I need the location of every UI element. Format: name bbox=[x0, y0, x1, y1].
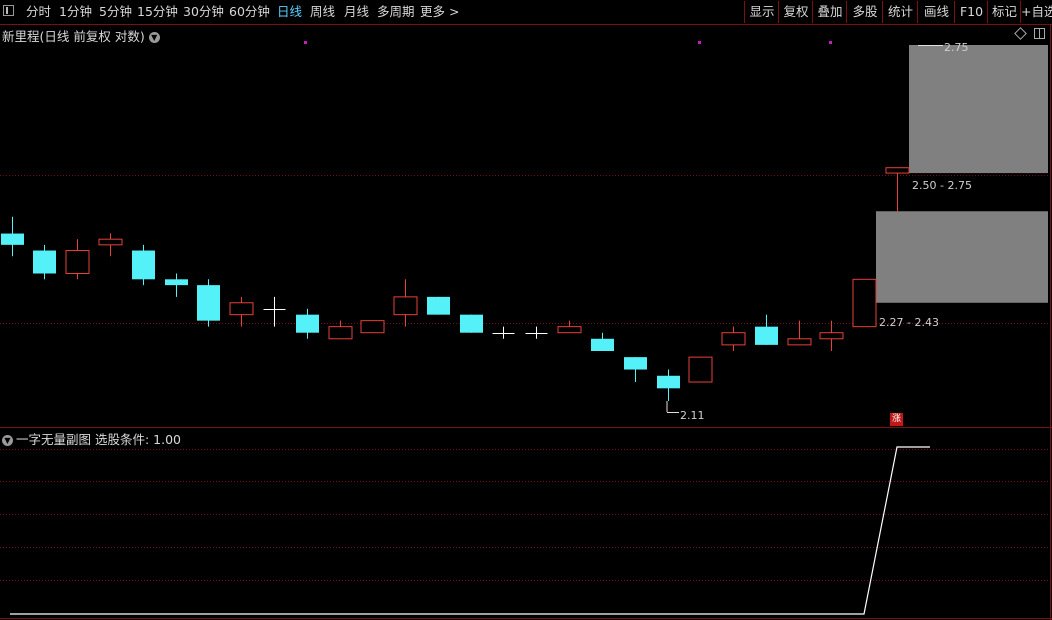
candle-27 bbox=[885, 167, 910, 212]
candle-body bbox=[229, 302, 254, 316]
candle-13 bbox=[427, 296, 450, 315]
candle-11 bbox=[360, 320, 385, 334]
candle-body bbox=[165, 279, 188, 286]
candle-19 bbox=[624, 357, 647, 383]
candle-body bbox=[557, 326, 582, 334]
candle-body bbox=[885, 167, 910, 174]
candle-20 bbox=[657, 369, 680, 401]
zone-box-1 bbox=[876, 211, 1048, 303]
candle-25 bbox=[819, 320, 844, 351]
candle-body bbox=[852, 278, 877, 328]
candle-body bbox=[132, 250, 155, 280]
candle-12 bbox=[393, 279, 418, 327]
candle-3 bbox=[98, 233, 123, 257]
candle-22 bbox=[721, 326, 746, 351]
candle-23 bbox=[755, 314, 778, 345]
candle-body bbox=[819, 332, 844, 340]
candle-body bbox=[296, 314, 319, 333]
candle-body bbox=[393, 296, 418, 316]
candle-body bbox=[33, 250, 56, 274]
candle-15 bbox=[492, 326, 515, 339]
candle-5 bbox=[165, 273, 188, 297]
candle-body bbox=[360, 320, 385, 334]
candle-26 bbox=[852, 278, 877, 328]
candle-24 bbox=[787, 320, 812, 346]
candle-1 bbox=[33, 244, 56, 280]
candle-body bbox=[787, 338, 812, 346]
candle-body bbox=[624, 357, 647, 370]
candle-body bbox=[591, 338, 614, 351]
candle-body bbox=[755, 326, 778, 345]
zone-label-upper: 2.50 - 2.75 bbox=[912, 179, 972, 192]
candle-17 bbox=[557, 320, 582, 334]
candle-body bbox=[427, 296, 450, 315]
zhang-badge[interactable]: 涨 bbox=[890, 413, 903, 426]
signal-marker-1 bbox=[698, 41, 701, 44]
candle-21 bbox=[688, 356, 713, 383]
candle-body bbox=[657, 375, 680, 389]
indicator-line bbox=[10, 446, 930, 615]
top-price-label: 2.75 bbox=[944, 41, 969, 54]
candle-body bbox=[1, 233, 24, 245]
candle-body bbox=[197, 285, 220, 321]
candle-body bbox=[460, 314, 483, 333]
low-price-label: 2.11 bbox=[680, 409, 705, 422]
zone-box-0 bbox=[909, 45, 1048, 174]
candle-body bbox=[65, 250, 90, 274]
signal-marker-0 bbox=[304, 41, 307, 44]
candle-0 bbox=[1, 216, 24, 257]
candle-18 bbox=[591, 332, 614, 351]
candle-7 bbox=[229, 296, 254, 327]
candle-body bbox=[688, 356, 713, 383]
zone-label-lower: 2.27 - 2.43 bbox=[879, 316, 939, 329]
candle-16 bbox=[525, 326, 548, 339]
candle-14 bbox=[460, 314, 483, 333]
candle-body bbox=[328, 326, 353, 340]
candle-9 bbox=[296, 308, 319, 339]
candle-4 bbox=[132, 244, 155, 286]
candle-2 bbox=[65, 239, 90, 280]
candle-body bbox=[98, 238, 123, 246]
signal-marker-2 bbox=[829, 41, 832, 44]
candle-8 bbox=[263, 296, 286, 327]
candle-body bbox=[721, 332, 746, 346]
chart-canvas bbox=[0, 24, 1052, 620]
candle-6 bbox=[197, 279, 220, 327]
